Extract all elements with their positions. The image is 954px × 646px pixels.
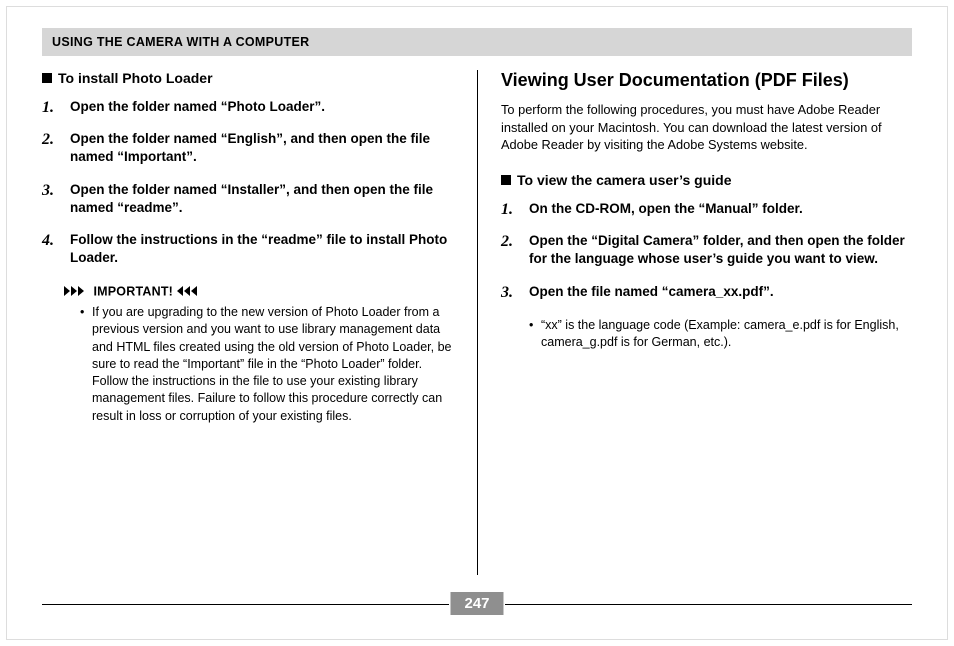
install-step: Open the folder named “Photo Loader”.: [42, 98, 453, 116]
right-intro-text: To perform the following procedures, you…: [501, 101, 912, 154]
left-heading: To install Photo Loader: [42, 70, 453, 86]
section-header-bar: USING THE CAMERA WITH A COMPUTER: [42, 28, 912, 56]
square-bullet-icon: [501, 175, 511, 185]
triangle-left-icon: [177, 286, 203, 296]
install-step: Follow the instructions in the “readme” …: [42, 231, 453, 267]
left-heading-text: To install Photo Loader: [58, 70, 213, 86]
view-guide-step: Open the “Digital Camera” folder, and th…: [501, 232, 912, 268]
right-heading-text: To view the camera user’s guide: [517, 172, 731, 188]
view-guide-steps-list: On the CD-ROM, open the “Manual” folder.…: [501, 200, 912, 301]
right-heading: To view the camera user’s guide: [501, 172, 912, 188]
triangle-right-icon: [64, 286, 90, 296]
footer-rule-left: [42, 604, 449, 605]
install-steps-list: Open the folder named “Photo Loader”. Op…: [42, 98, 453, 268]
square-bullet-icon: [42, 73, 52, 83]
guide-note-bullets: “xx” is the language code (Example: came…: [501, 317, 912, 352]
install-step: Open the folder named “English”, and the…: [42, 130, 453, 166]
footer-rule-right: [505, 604, 912, 605]
right-column: Viewing User Documentation (PDF Files) T…: [477, 70, 912, 433]
important-bullets: If you are upgrading to the new version …: [42, 304, 453, 425]
page-number: 247: [450, 592, 503, 615]
page-footer: 247: [42, 592, 912, 616]
important-callout: IMPORTANT!: [64, 284, 453, 299]
view-guide-step: On the CD-ROM, open the “Manual” folder.: [501, 200, 912, 218]
important-label: IMPORTANT!: [93, 284, 173, 298]
section-header-text: USING THE CAMERA WITH A COMPUTER: [52, 35, 310, 49]
column-divider: [477, 70, 478, 575]
guide-note-item: “xx” is the language code (Example: came…: [529, 317, 912, 352]
view-guide-step: Open the file named “camera_xx.pdf”.: [501, 283, 912, 301]
right-title: Viewing User Documentation (PDF Files): [501, 70, 912, 91]
install-step: Open the folder named “Installer”, and t…: [42, 181, 453, 217]
page-content: USING THE CAMERA WITH A COMPUTER To inst…: [0, 0, 954, 433]
important-bullet-item: If you are upgrading to the new version …: [80, 304, 453, 425]
left-column: To install Photo Loader Open the folder …: [42, 70, 477, 433]
